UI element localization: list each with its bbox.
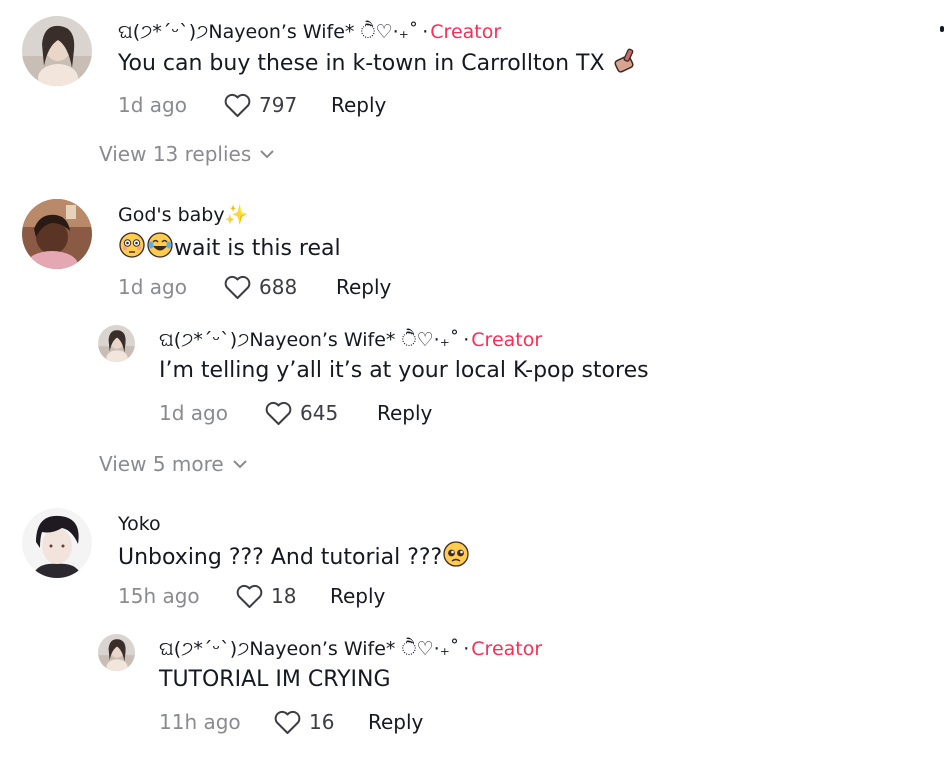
- author-name[interactable]: Yoko: [118, 513, 161, 535]
- heart-outline-icon[interactable]: [274, 710, 301, 735]
- like-button[interactable]: 797: [224, 91, 297, 119]
- flushed-emoji-icon: [118, 231, 146, 267]
- comment-meta: 11h ago 16 Reply: [159, 708, 559, 736]
- nail-polish-emoji-icon: [612, 48, 640, 82]
- avatar[interactable]: [98, 325, 135, 362]
- more-options-icon[interactable]: [940, 26, 944, 32]
- comment-author[interactable]: ଘ(੭*ˊᵕˋ)੭Nayeon’s Wife* ੈ♡‧₊˚ · Creator: [118, 20, 501, 44]
- comment-time: 15h ago: [118, 584, 200, 608]
- like-button[interactable]: 18: [236, 582, 296, 610]
- comment-text: wait is this real: [118, 231, 341, 267]
- author-name[interactable]: God's baby✨: [118, 204, 248, 226]
- avatar[interactable]: [22, 16, 92, 86]
- author-name[interactable]: ଘ(੭*ˊᵕˋ)੭Nayeon’s Wife* ੈ♡‧₊˚: [118, 21, 418, 43]
- view-more-label: View 5 more: [99, 452, 224, 476]
- view-replies-button[interactable]: View 13 replies: [99, 142, 275, 166]
- heart-outline-icon[interactable]: [265, 401, 292, 426]
- separator-dot: ·: [463, 638, 470, 660]
- creator-badge: Creator: [430, 21, 502, 43]
- separator-dot: ·: [463, 329, 470, 351]
- comment-text: Unboxing ??? And tutorial ???: [118, 540, 470, 576]
- comment-meta: 1d ago 645 Reply: [159, 399, 559, 427]
- view-more-replies-button[interactable]: View 5 more: [99, 452, 248, 476]
- reply-button[interactable]: Reply: [330, 582, 385, 610]
- like-button[interactable]: 645: [265, 399, 338, 427]
- author-name[interactable]: ଘ(੭*ˊᵕˋ)੭Nayeon’s Wife* ੈ♡‧₊˚: [159, 638, 459, 660]
- joy-emoji-icon: [146, 231, 174, 267]
- comment-time: 1d ago: [118, 275, 187, 299]
- creator-badge: Creator: [471, 638, 543, 660]
- author-name[interactable]: ଘ(੭*ˊᵕˋ)੭Nayeon’s Wife* ੈ♡‧₊˚: [159, 329, 459, 351]
- chevron-down-icon: [233, 460, 247, 469]
- comment-author[interactable]: Yoko: [118, 512, 161, 536]
- comment-text: I’m telling y’all it’s at your local K-p…: [159, 358, 649, 383]
- heart-outline-icon[interactable]: [224, 275, 251, 300]
- view-replies-label: View 13 replies: [99, 142, 252, 166]
- reply-button[interactable]: Reply: [336, 273, 391, 301]
- reply-button[interactable]: Reply: [368, 708, 423, 736]
- comment-text-content: Unboxing ??? And tutorial ???: [118, 545, 443, 570]
- like-count: 645: [300, 401, 339, 425]
- comment-meta: 15h ago 18 Reply: [118, 582, 518, 610]
- avatar[interactable]: [98, 634, 135, 671]
- heart-outline-icon[interactable]: [236, 584, 263, 609]
- avatar[interactable]: [22, 199, 92, 269]
- like-count: 797: [259, 93, 298, 117]
- separator-dot: ·: [422, 21, 429, 43]
- comment-time: 11h ago: [159, 710, 241, 734]
- comment-meta: 1d ago 688 Reply: [118, 273, 518, 301]
- like-count: 16: [309, 710, 335, 734]
- chevron-down-icon: [260, 150, 274, 159]
- comment-meta: 1d ago 797 Reply: [118, 91, 518, 119]
- comment-author[interactable]: ଘ(੭*ˊᵕˋ)੭Nayeon’s Wife* ੈ♡‧₊˚ · Creator: [159, 637, 542, 661]
- pleading-face-emoji-icon: [442, 540, 470, 576]
- like-count: 18: [271, 584, 297, 608]
- comment-time: 1d ago: [159, 401, 228, 425]
- heart-outline-icon[interactable]: [224, 93, 251, 118]
- avatar[interactable]: [22, 508, 92, 578]
- reply-button[interactable]: Reply: [377, 399, 432, 427]
- comment-author[interactable]: ଘ(੭*ˊᵕˋ)੭Nayeon’s Wife* ੈ♡‧₊˚ · Creator: [159, 328, 542, 352]
- comment-text-content: You can buy these in k-town in Carrollto…: [118, 51, 605, 76]
- comment-time: 1d ago: [118, 93, 187, 117]
- comment-text-content: wait is this real: [174, 236, 341, 261]
- comment-text: You can buy these in k-town in Carrollto…: [118, 48, 640, 82]
- reply-button[interactable]: Reply: [331, 91, 386, 119]
- like-button[interactable]: 16: [274, 708, 334, 736]
- comment-text: TUTORIAL IM CRYING: [159, 667, 391, 692]
- comment-author[interactable]: God's baby✨: [118, 203, 248, 227]
- creator-badge: Creator: [471, 329, 543, 351]
- like-button[interactable]: 688: [224, 273, 297, 301]
- like-count: 688: [259, 275, 298, 299]
